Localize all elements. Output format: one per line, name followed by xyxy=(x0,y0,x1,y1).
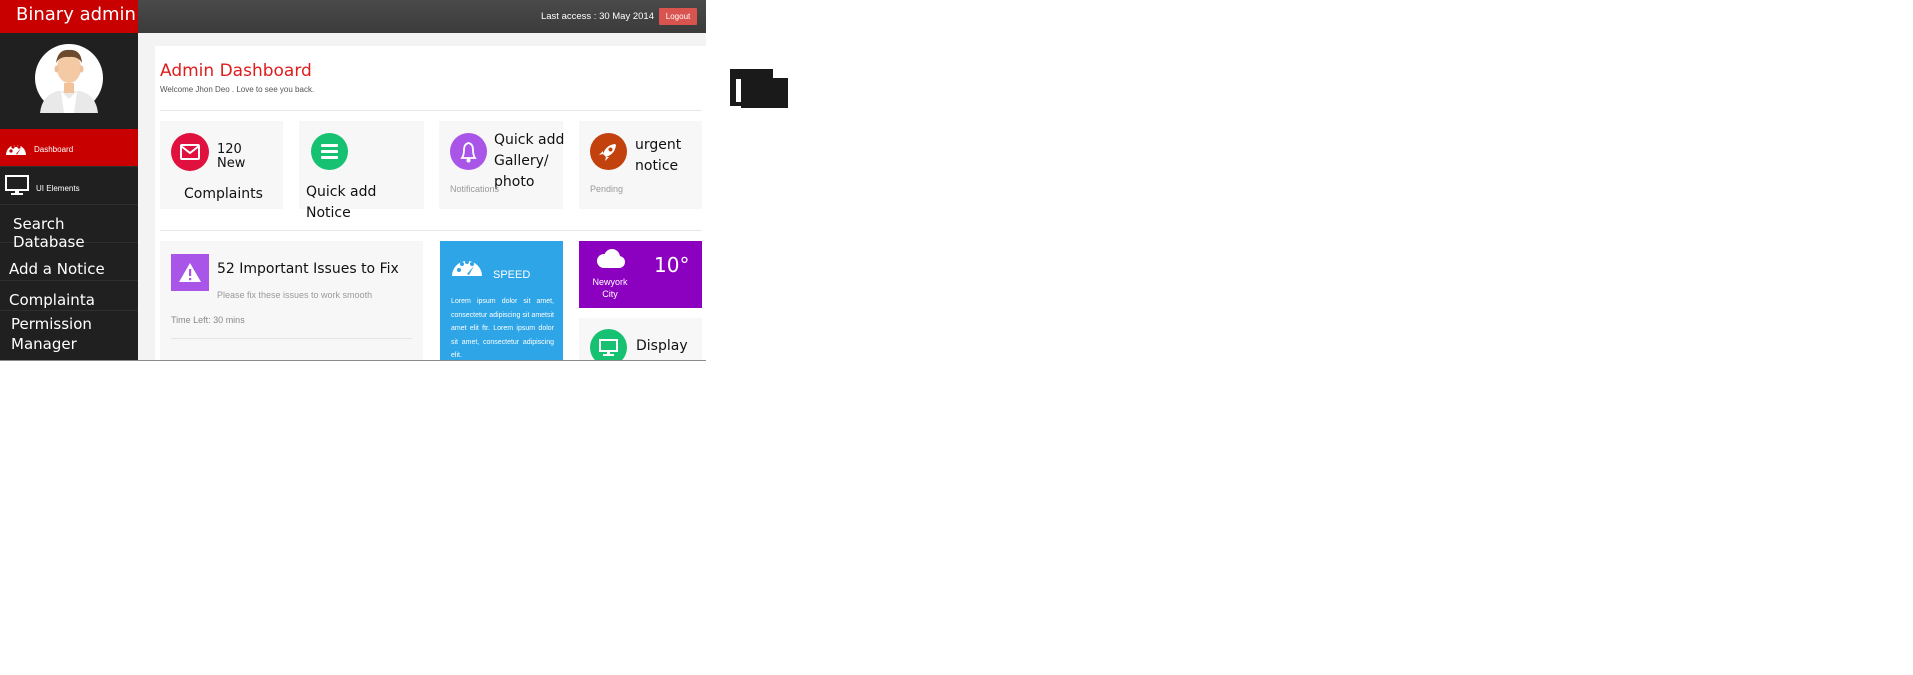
sidebar-item-dashboard[interactable]: Dashboard xyxy=(0,129,138,167)
cloud-icon xyxy=(597,249,625,268)
user-avatar-icon xyxy=(35,44,103,113)
issues-time-left: Time Left: 30 mins xyxy=(171,315,245,325)
sidebar-item-label: Permission Manager xyxy=(11,315,92,353)
issues-card[interactable]: 52 Important Issues to Fix Please fix th… xyxy=(160,241,423,360)
sidebar-item-label: UI Elements xyxy=(36,184,80,193)
sidebar-item-add-notice[interactable]: Add a Notice xyxy=(0,243,138,281)
issues-subtext: Please fix these issues to work smooth xyxy=(217,290,373,300)
speed-body: Lorem ipsum dolor sit amet, consectetur … xyxy=(451,298,554,359)
display-card[interactable]: Display xyxy=(579,318,702,360)
rocket-icon xyxy=(590,133,627,170)
envelope-icon xyxy=(171,133,209,171)
tile-quick-add-notice[interactable]: Quick add Notice xyxy=(299,121,424,221)
avatar xyxy=(0,33,138,129)
divider xyxy=(160,230,702,231)
monitor-icon xyxy=(590,329,627,360)
sidebar-item-label: Add a Notice xyxy=(9,260,105,278)
tile-quick-add-gallery[interactable]: Quick add Gallery/ photo Notifications xyxy=(439,121,565,209)
weather-card[interactable]: Newyork City 10° xyxy=(579,241,702,308)
issues-title: 52 Important Issues to Fix xyxy=(217,261,399,277)
sidebar-item-complainta[interactable]: Complainta xyxy=(0,281,138,311)
speed-title: SPEED xyxy=(493,269,531,281)
tile-urgent-notice[interactable]: urgent notice Pending xyxy=(579,121,702,209)
weather-city: Newyork City xyxy=(592,277,628,299)
last-access-text: Last access : 30 May 2014 xyxy=(540,11,654,22)
tile-count-label: New xyxy=(217,156,246,171)
page-title: Admin Dashboard xyxy=(160,61,312,81)
tile-subtext: Notifications xyxy=(450,184,500,194)
tile-caption: Quick add Gallery/ photo xyxy=(494,132,565,190)
display-label: Display xyxy=(636,338,688,354)
logout-button[interactable]: Logout xyxy=(659,8,697,25)
divider xyxy=(160,110,702,111)
sidebar: Dashboard UI Elements Search Database Ad… xyxy=(0,33,138,360)
brand-logo[interactable]: Binary admin xyxy=(0,0,138,33)
sidebar-item-ui-elements[interactable]: UI Elements xyxy=(0,167,138,205)
speed-card[interactable]: SPEED Lorem ipsum dolor sit amet, consec… xyxy=(440,241,563,360)
tile-complaints[interactable]: 120 New Complaints xyxy=(160,121,283,209)
welcome-text: Welcome Jhon Deo . Love to see you back. xyxy=(160,85,315,94)
app-window: Binary admin Last access : 30 May 2014 L… xyxy=(0,0,706,361)
sidebar-item-label: Complainta xyxy=(9,291,95,309)
top-bar: Last access : 30 May 2014 Logout xyxy=(138,0,706,33)
divider xyxy=(171,338,412,339)
tile-count: 120 xyxy=(217,142,242,157)
list-icon xyxy=(311,133,348,170)
bell-icon xyxy=(450,133,487,170)
dashboard-icon xyxy=(6,143,26,155)
speedometer-icon xyxy=(452,260,482,276)
sidebar-item-search-database[interactable]: Search Database xyxy=(0,205,138,251)
tile-subtext: Pending xyxy=(590,184,624,194)
tile-caption: Complaints xyxy=(184,186,263,202)
sidebar-item-permission-manager[interactable]: Permission Manager xyxy=(0,311,138,360)
restore-window-icon[interactable] xyxy=(728,67,790,109)
warning-icon xyxy=(171,254,209,291)
tile-caption: urgent notice xyxy=(635,137,682,174)
sidebar-item-label: Dashboard xyxy=(34,145,74,154)
desktop-icon xyxy=(5,175,29,195)
weather-temperature: 10° xyxy=(654,253,690,277)
tile-caption: Quick add Notice xyxy=(306,184,377,221)
